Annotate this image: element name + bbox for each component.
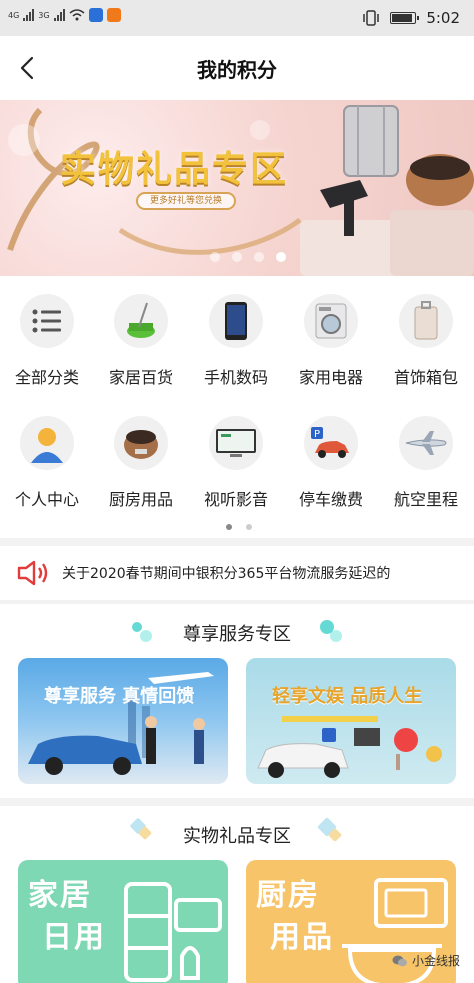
- banner-title: 实物礼品专区: [60, 149, 289, 190]
- premium-card-service[interactable]: 尊享服务 真情回馈: [18, 658, 228, 784]
- promo-banner[interactable]: 实物礼品专区 更多好礼等您兑换: [0, 100, 474, 276]
- network-label-1: 4G: [8, 10, 20, 20]
- status-right: 5:02: [362, 9, 460, 27]
- category-label: 厨房用品: [108, 490, 173, 509]
- list-icon: [20, 294, 74, 348]
- suitcase-icon: [399, 294, 453, 348]
- vibrate-icon: [363, 10, 380, 26]
- category-personal[interactable]: 个人中心: [0, 416, 94, 510]
- gift-card-line1: 家居: [28, 878, 92, 913]
- category-label: 停车缴费: [298, 490, 363, 509]
- shield-app-icon: [88, 8, 103, 22]
- category-digital[interactable]: 手机数码: [189, 294, 283, 388]
- notice-bar[interactable]: 关于2020春节期间中银积分365平台物流服务延迟的: [0, 546, 474, 600]
- gift-section: 实物礼品专区 家居 日用 厨房 用品 小金线报: [0, 806, 474, 983]
- banner-dot[interactable]: [232, 252, 242, 262]
- page-title: 我的积分: [197, 58, 277, 82]
- gift-card-line2: 日用: [42, 920, 106, 955]
- gift-card-line2: 用品: [270, 920, 334, 955]
- category-kitchen[interactable]: 厨房用品: [94, 416, 188, 510]
- category-label: 航空里程: [393, 490, 458, 509]
- tv-icon: [209, 416, 263, 470]
- premium-section: 尊享服务专区 尊享服务 真情回馈 轻享文娱 品质人生: [0, 604, 474, 798]
- gift-section-title: 实物礼品专区: [183, 826, 291, 847]
- page-dot-active[interactable]: [226, 524, 232, 530]
- category-appliances[interactable]: 家用电器: [284, 294, 378, 388]
- signal-icon-2: [53, 9, 65, 21]
- status-left: 4G 3G: [8, 8, 121, 22]
- watermark: 小金线报: [392, 952, 460, 969]
- premium-card-entertainment[interactable]: 轻享文娱 品质人生: [246, 658, 456, 784]
- decoration-dot: [330, 630, 342, 642]
- smartphone-icon: [209, 294, 263, 348]
- premium-card-label: 轻享文娱 品质人生: [272, 686, 423, 707]
- car-entertainment-illustration: [257, 716, 442, 778]
- category-label: 手机数码: [203, 368, 268, 387]
- wechat-icon: [392, 955, 407, 966]
- rice-cooker-icon: [114, 416, 168, 470]
- banner-pagination: [210, 252, 286, 262]
- category-bags[interactable]: 首饰箱包: [379, 294, 473, 388]
- banner-dot[interactable]: [254, 252, 264, 262]
- category-label: 首饰箱包: [393, 368, 458, 387]
- premium-section-title: 尊享服务专区: [183, 624, 291, 645]
- mop-bucket-icon: [114, 294, 168, 348]
- network-label-2: 3G: [38, 10, 50, 20]
- category-label: 家用电器: [298, 368, 363, 387]
- banner-subtitle: 更多好礼等您兑换: [136, 192, 236, 210]
- washing-machine-icon: [304, 294, 358, 348]
- category-pagination: [226, 524, 252, 530]
- gift-card-line1: 厨房: [256, 878, 320, 913]
- category-label: 个人中心: [14, 490, 79, 509]
- wifi-icon: [69, 9, 85, 21]
- car-airplane-illustration: [28, 672, 214, 775]
- page-dot[interactable]: [246, 524, 252, 530]
- category-label: 家居百货: [108, 368, 173, 387]
- nav-bar: 我的积分: [0, 36, 474, 100]
- category-parking[interactable]: P 停车缴费: [284, 416, 378, 510]
- category-label: 全部分类: [14, 368, 79, 387]
- category-household[interactable]: 家居百货: [94, 294, 188, 388]
- gift-card-home[interactable]: 家居 日用: [18, 860, 228, 983]
- category-label: 视听影音: [203, 490, 268, 509]
- user-icon: [20, 416, 74, 470]
- app-notification-icon: [106, 8, 121, 22]
- notice-text: 关于2020春节期间中银积分365平台物流服务延迟的: [62, 566, 391, 582]
- parking-car-icon: P: [304, 416, 358, 470]
- airplane-icon: [399, 416, 453, 470]
- premium-card-label: 尊享服务 真情回馈: [44, 686, 195, 707]
- category-grid: 全部分类 家居百货 手机数码 家用电器 首饰箱包 个人中心 厨房用品 视听影音 …: [0, 276, 474, 538]
- banner-dot[interactable]: [210, 252, 220, 262]
- category-miles[interactable]: 航空里程: [379, 416, 473, 510]
- category-av[interactable]: 视听影音: [189, 416, 283, 510]
- speaker-icon: [17, 560, 48, 586]
- svg-text:P: P: [314, 429, 320, 440]
- status-bar: 4G 3G 5:02: [0, 0, 474, 36]
- watermark-text: 小金线报: [411, 954, 460, 968]
- status-time: 5:02: [426, 9, 460, 27]
- banner-dot-active[interactable]: [276, 252, 286, 262]
- signal-icon: [23, 9, 35, 21]
- category-all[interactable]: 全部分类: [0, 294, 94, 388]
- battery-icon: [390, 12, 420, 24]
